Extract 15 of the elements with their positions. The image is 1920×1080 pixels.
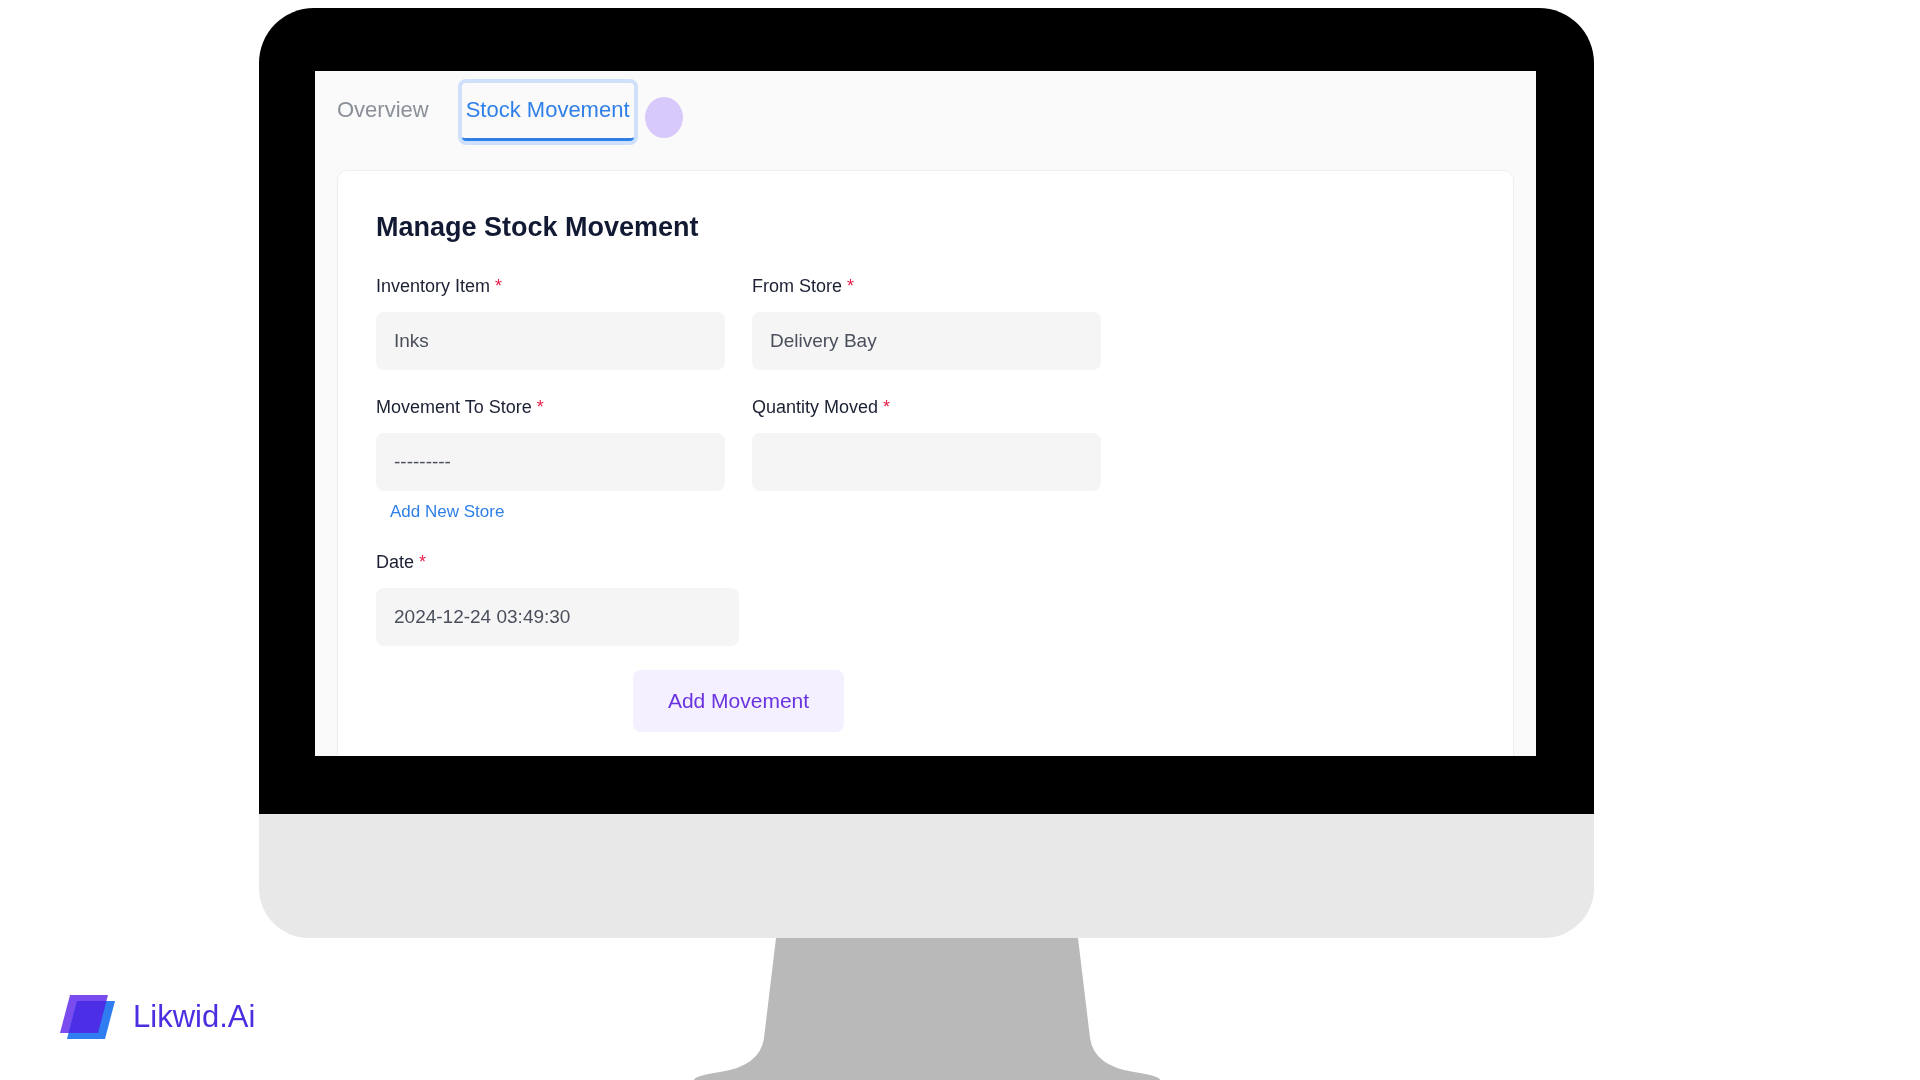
logo-icon bbox=[60, 994, 115, 1039]
select-field[interactable]: Inks bbox=[376, 312, 725, 371]
field-label: Date * bbox=[376, 550, 428, 574]
select-field[interactable]: --------- bbox=[376, 433, 725, 492]
form-title: Manage Stock Movement bbox=[376, 211, 700, 244]
field-label: Movement To Store * bbox=[376, 396, 545, 420]
brand-name: Likwid.Ai bbox=[133, 997, 256, 1036]
field-label: Quantity Moved * bbox=[752, 396, 892, 420]
date-field[interactable]: 2024-12-24 03:49:30 bbox=[376, 587, 739, 646]
select-field[interactable]: Delivery Bay bbox=[752, 312, 1101, 371]
add-movement-button[interactable]: Add Movement bbox=[633, 669, 844, 732]
circle-marker bbox=[644, 97, 683, 138]
field-label: From Store * bbox=[752, 275, 856, 299]
add-store-link[interactable]: Add New Store bbox=[390, 499, 505, 525]
field-label: Inventory Item * bbox=[376, 275, 504, 299]
